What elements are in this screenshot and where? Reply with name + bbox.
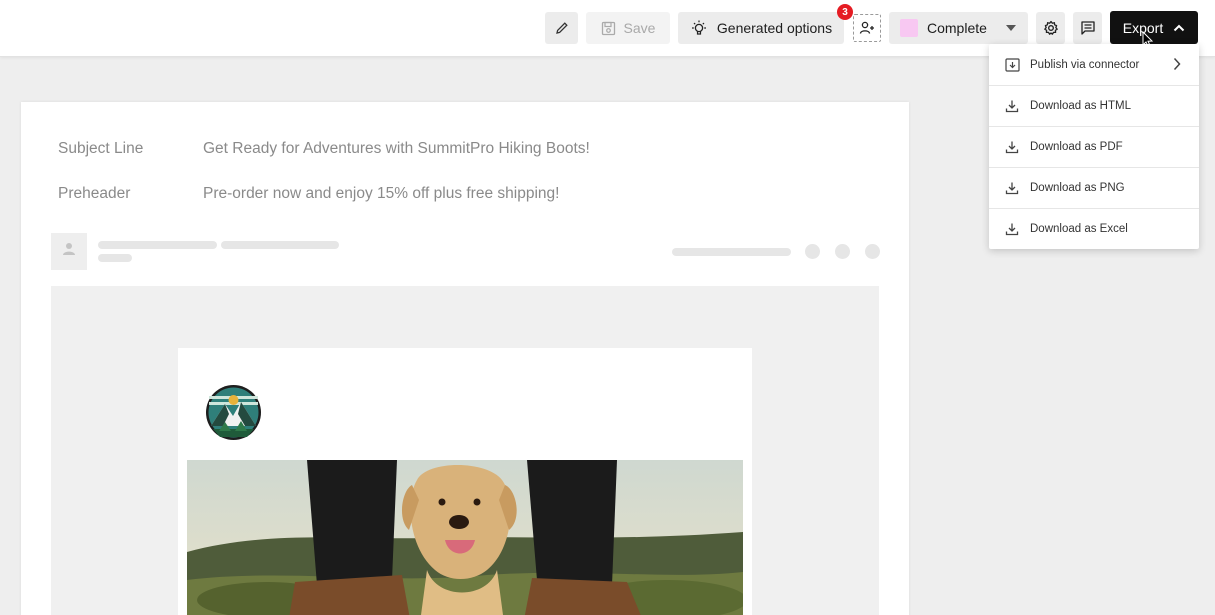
skeleton-dot [805,244,820,259]
download-icon [1004,221,1020,237]
preheader-label: Preheader [58,185,131,202]
menu-item-download-pdf[interactable]: Download as PDF [989,126,1199,167]
email-canvas [51,286,879,615]
generated-options-button[interactable]: Generated options [678,12,844,44]
comments-button[interactable] [1073,12,1102,44]
preheader-value[interactable]: Pre-order now and enjoy 15% off plus fre… [203,185,559,203]
chevron-right-icon [1173,57,1181,74]
skeleton-line [672,248,791,256]
email-preview-card: Subject Line Get Ready for Adventures wi… [21,102,909,615]
status-dropdown[interactable]: Complete [889,12,1028,44]
add-user-icon [859,21,875,35]
export-button[interactable]: Export [1110,11,1198,44]
menu-item-label: Download as Excel [1030,223,1128,235]
status-color-swatch [900,19,918,37]
menu-item-label: Download as HTML [1030,100,1131,112]
save-label: Save [623,20,656,36]
brand-logo [205,384,262,441]
user-placeholder-icon [61,241,77,262]
generated-options-label: Generated options [716,20,833,36]
settings-button[interactable] [1036,12,1065,44]
skeleton-dot [835,244,850,259]
notification-badge: 3 [837,4,853,20]
gear-icon [1043,20,1059,36]
skeleton-line [98,254,132,262]
edit-button[interactable] [545,12,578,44]
skeleton-dot [865,244,880,259]
comment-icon [1080,20,1096,36]
sender-avatar [51,233,87,270]
subject-line-row: Subject Line Get Ready for Adventures wi… [58,140,590,158]
email-body [178,348,752,615]
status-label: Complete [927,20,987,36]
hero-image [187,460,743,615]
upload-icon [1004,57,1020,73]
download-icon [1004,98,1020,114]
save-button[interactable]: Save [586,12,670,44]
export-menu: Publish via connector Download as HTML D… [989,44,1199,249]
pencil-icon [555,21,569,35]
chevron-up-icon [1173,24,1185,32]
add-collaborator-button[interactable] [853,14,881,42]
menu-item-download-html[interactable]: Download as HTML [989,85,1199,126]
menu-item-publish-connector[interactable]: Publish via connector [989,44,1199,85]
menu-item-label: Download as PDF [1030,141,1123,153]
preheader-row: Preheader Pre-order now and enjoy 15% of… [58,185,559,203]
menu-item-label: Publish via connector [1030,58,1140,71]
caret-down-icon [1006,25,1016,31]
menu-item-download-excel[interactable]: Download as Excel [989,208,1199,249]
subject-line-value[interactable]: Get Ready for Adventures with SummitPro … [203,140,590,158]
skeleton-line [221,241,339,249]
lightbulb-icon [690,19,708,37]
download-icon [1004,139,1020,155]
subject-line-label: Subject Line [58,140,144,157]
menu-item-label: Download as PNG [1030,182,1125,194]
floppy-disk-icon [601,21,616,36]
menu-item-download-png[interactable]: Download as PNG [989,167,1199,208]
download-icon [1004,180,1020,196]
skeleton-line [98,241,217,249]
